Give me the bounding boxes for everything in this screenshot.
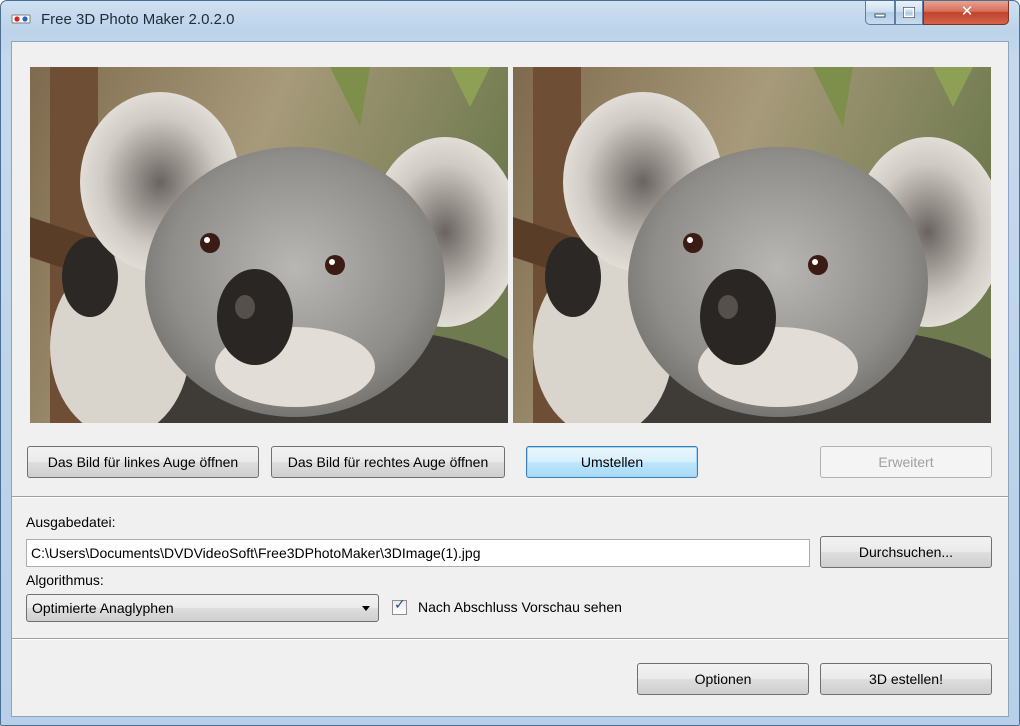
algorithm-label: Algorithmus: xyxy=(26,572,104,588)
dialog-client-area: Das Bild für linkes Auge öffnen Das Bild… xyxy=(11,41,1009,717)
left-eye-image xyxy=(30,67,508,423)
app-icon xyxy=(11,14,31,24)
create-3d-button[interactable]: 3D estellen! xyxy=(820,663,992,695)
algorithm-selected-value: Optimierte Anaglyphen xyxy=(32,600,174,616)
swap-button[interactable]: Umstellen xyxy=(526,446,698,478)
title-bar[interactable]: Free 3D Photo Maker 2.0.2.0 ✕ xyxy=(1,1,1019,39)
maximize-icon xyxy=(903,7,915,18)
preview-checkbox-label[interactable]: Nach Abschluss Vorschau sehen xyxy=(418,599,622,615)
koala-photo-right xyxy=(513,67,991,423)
close-button[interactable]: ✕ xyxy=(923,1,1009,25)
minimize-icon xyxy=(874,13,886,18)
checkmark-icon: ✓ xyxy=(394,597,406,613)
browse-button[interactable]: Durchsuchen... xyxy=(820,536,992,568)
separator-top xyxy=(12,496,1008,498)
koala-photo-left xyxy=(30,67,508,423)
preview-checkbox[interactable]: ✓ xyxy=(392,597,407,615)
separator-bottom xyxy=(12,638,1008,640)
maximize-button[interactable] xyxy=(895,1,923,25)
options-button[interactable]: Optionen xyxy=(637,663,809,695)
app-window: Free 3D Photo Maker 2.0.2.0 ✕ Das Bild f… xyxy=(0,0,1020,726)
output-file-label: Ausgabedatei: xyxy=(26,514,116,530)
output-path-field[interactable]: C:\Users\Documents\DVDVideoSoft\Free3DPh… xyxy=(26,539,810,567)
open-right-eye-button[interactable]: Das Bild für rechtes Auge öffnen xyxy=(271,446,505,478)
minimize-button[interactable] xyxy=(865,1,895,25)
chevron-down-icon xyxy=(362,606,370,611)
right-eye-image xyxy=(513,67,991,423)
advanced-button[interactable]: Erweitert xyxy=(820,446,992,478)
algorithm-select[interactable]: Optimierte Anaglyphen xyxy=(26,594,379,622)
window-title: Free 3D Photo Maker 2.0.2.0 xyxy=(41,11,235,28)
close-icon: ✕ xyxy=(960,2,974,20)
open-left-eye-button[interactable]: Das Bild für linkes Auge öffnen xyxy=(27,446,259,478)
